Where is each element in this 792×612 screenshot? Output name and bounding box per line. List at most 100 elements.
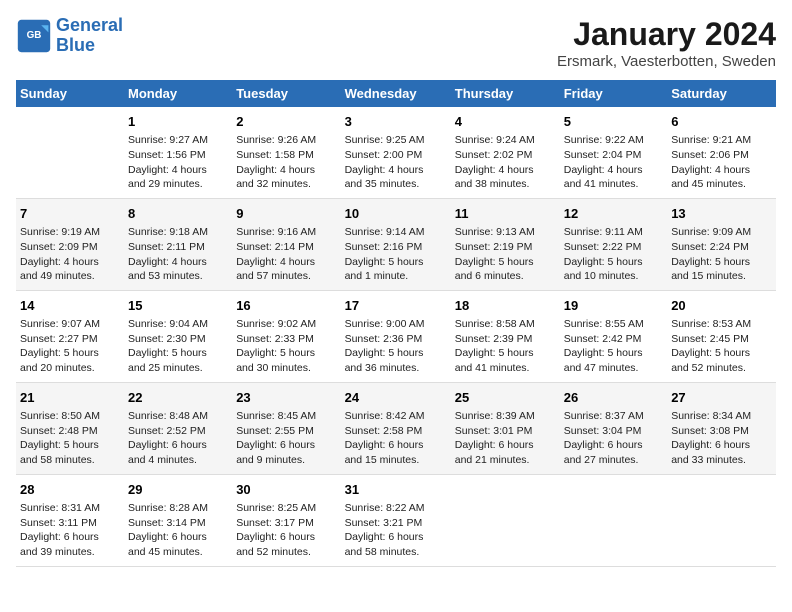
day-number: 14 [20, 297, 120, 315]
day-cell: 4 Sunrise: 9:24 AM Sunset: 2:02 PM Daylig… [451, 107, 560, 198]
day-cell: 23Sunrise: 8:45 AM Sunset: 2:55 PM Dayli… [232, 382, 340, 474]
day-cell: 2 Sunrise: 9:26 AM Sunset: 1:58 PM Daylig… [232, 107, 340, 198]
header-sunday: Sunday [16, 80, 124, 107]
day-cell: 15 Sunrise: 9:04 AM Sunset: 2:30 PM Dayli… [124, 290, 232, 382]
day-cell: 12Sunrise: 9:11 AM Sunset: 2:22 PM Dayli… [560, 198, 667, 290]
day-info: Sunrise: 9:26 AM Sunset: 1:58 PM Dayligh… [236, 133, 336, 192]
day-info: Sunrise: 8:48 AM Sunset: 2:52 PM Dayligh… [128, 409, 228, 468]
day-number: 15 [128, 297, 228, 315]
day-info: Sunrise: 8:53 AM Sunset: 2:45 PM Dayligh… [671, 317, 772, 376]
day-cell: 25Sunrise: 8:39 AM Sunset: 3:01 PM Dayli… [451, 382, 560, 474]
day-cell: 18Sunrise: 8:58 AM Sunset: 2:39 PM Dayli… [451, 290, 560, 382]
page-title: January 2024 [557, 16, 776, 53]
day-number: 11 [455, 205, 556, 223]
logo: GB GeneralBlue [16, 16, 123, 56]
day-cell: 17 Sunrise: 9:00 AM Sunset: 2:36 PM Dayli… [341, 290, 451, 382]
header-saturday: Saturday [667, 80, 776, 107]
day-info: Sunrise: 8:50 AM Sunset: 2:48 PM Dayligh… [20, 409, 120, 468]
title-area: January 2024 Ersmark, Vaesterbotten, Swe… [557, 16, 776, 70]
day-cell: 1 Sunrise: 9:27 AM Sunset: 1:56 PM Daylig… [124, 107, 232, 198]
day-number: 3 [345, 113, 447, 131]
day-info: Sunrise: 8:28 AM Sunset: 3:14 PM Dayligh… [128, 501, 228, 560]
day-cell [560, 474, 667, 566]
day-info: Sunrise: 9:16 AM Sunset: 2:14 PM Dayligh… [236, 225, 336, 284]
day-number: 12 [564, 205, 663, 223]
day-info: Sunrise: 9:04 AM Sunset: 2:30 PM Dayligh… [128, 317, 228, 376]
day-number: 29 [128, 481, 228, 499]
day-number: 20 [671, 297, 772, 315]
day-cell: 21 Sunrise: 8:50 AM Sunset: 2:48 PM Dayli… [16, 382, 124, 474]
day-cell: 6 Sunrise: 9:21 AM Sunset: 2:06 PM Daylig… [667, 107, 776, 198]
day-cell: 31 Sunrise: 8:22 AM Sunset: 3:21 PM Dayli… [341, 474, 451, 566]
week-row-4: 28Sunrise: 8:31 AM Sunset: 3:11 PM Dayli… [16, 474, 776, 566]
day-info: Sunrise: 9:22 AM Sunset: 2:04 PM Dayligh… [564, 133, 663, 192]
week-row-1: 7Sunrise: 9:19 AM Sunset: 2:09 PM Daylig… [16, 198, 776, 290]
day-number: 6 [671, 113, 772, 131]
logo-icon: GB [16, 18, 52, 54]
day-info: Sunrise: 9:27 AM Sunset: 1:56 PM Dayligh… [128, 133, 228, 192]
day-number: 16 [236, 297, 336, 315]
day-info: Sunrise: 8:42 AM Sunset: 2:58 PM Dayligh… [345, 409, 447, 468]
day-info: Sunrise: 9:18 AM Sunset: 2:11 PM Dayligh… [128, 225, 228, 284]
day-number: 4 [455, 113, 556, 131]
day-number: 19 [564, 297, 663, 315]
day-cell: 8Sunrise: 9:18 AM Sunset: 2:11 PM Daylig… [124, 198, 232, 290]
day-number: 27 [671, 389, 772, 407]
day-number: 10 [345, 205, 447, 223]
day-info: Sunrise: 9:21 AM Sunset: 2:06 PM Dayligh… [671, 133, 772, 192]
day-cell: 26Sunrise: 8:37 AM Sunset: 3:04 PM Dayli… [560, 382, 667, 474]
day-info: Sunrise: 9:24 AM Sunset: 2:02 PM Dayligh… [455, 133, 556, 192]
day-cell [451, 474, 560, 566]
day-cell: 22 Sunrise: 8:48 AM Sunset: 2:52 PM Dayli… [124, 382, 232, 474]
day-number: 31 [345, 481, 447, 499]
day-number: 17 [345, 297, 447, 315]
day-number: 2 [236, 113, 336, 131]
day-cell: 13 Sunrise: 9:09 AM Sunset: 2:24 PM Dayli… [667, 198, 776, 290]
day-info: Sunrise: 8:25 AM Sunset: 3:17 PM Dayligh… [236, 501, 336, 560]
day-cell: 10Sunrise: 9:14 AM Sunset: 2:16 PM Dayli… [341, 198, 451, 290]
header-monday: Monday [124, 80, 232, 107]
day-cell: 16 Sunrise: 9:02 AM Sunset: 2:33 PM Dayli… [232, 290, 340, 382]
day-info: Sunrise: 8:22 AM Sunset: 3:21 PM Dayligh… [345, 501, 447, 560]
day-info: Sunrise: 8:34 AM Sunset: 3:08 PM Dayligh… [671, 409, 772, 468]
day-info: Sunrise: 9:07 AM Sunset: 2:27 PM Dayligh… [20, 317, 120, 376]
day-number: 25 [455, 389, 556, 407]
day-info: Sunrise: 9:00 AM Sunset: 2:36 PM Dayligh… [345, 317, 447, 376]
calendar-header-row: SundayMondayTuesdayWednesdayThursdayFrid… [16, 80, 776, 107]
day-cell: 19 Sunrise: 8:55 AM Sunset: 2:42 PM Dayli… [560, 290, 667, 382]
day-info: Sunrise: 9:02 AM Sunset: 2:33 PM Dayligh… [236, 317, 336, 376]
day-info: Sunrise: 8:55 AM Sunset: 2:42 PM Dayligh… [564, 317, 663, 376]
day-number: 9 [236, 205, 336, 223]
day-number: 1 [128, 113, 228, 131]
day-cell: 30 Sunrise: 8:25 AM Sunset: 3:17 PM Dayli… [232, 474, 340, 566]
day-number: 13 [671, 205, 772, 223]
day-info: Sunrise: 8:37 AM Sunset: 3:04 PM Dayligh… [564, 409, 663, 468]
logo-text: GeneralBlue [56, 16, 123, 56]
day-cell: 14 Sunrise: 9:07 AM Sunset: 2:27 PM Dayli… [16, 290, 124, 382]
day-info: Sunrise: 9:09 AM Sunset: 2:24 PM Dayligh… [671, 225, 772, 284]
day-cell: 11 Sunrise: 9:13 AM Sunset: 2:19 PM Dayli… [451, 198, 560, 290]
day-cell [667, 474, 776, 566]
day-cell: 28Sunrise: 8:31 AM Sunset: 3:11 PM Dayli… [16, 474, 124, 566]
day-info: Sunrise: 9:13 AM Sunset: 2:19 PM Dayligh… [455, 225, 556, 284]
day-number: 21 [20, 389, 120, 407]
day-cell: 3 Sunrise: 9:25 AM Sunset: 2:00 PM Daylig… [341, 107, 451, 198]
page-subtitle: Ersmark, Vaesterbotten, Sweden [557, 53, 776, 70]
day-info: Sunrise: 8:45 AM Sunset: 2:55 PM Dayligh… [236, 409, 336, 468]
day-number: 5 [564, 113, 663, 131]
header-wednesday: Wednesday [341, 80, 451, 107]
day-info: Sunrise: 8:31 AM Sunset: 3:11 PM Dayligh… [20, 501, 120, 560]
header-friday: Friday [560, 80, 667, 107]
day-number: 18 [455, 297, 556, 315]
week-row-3: 21 Sunrise: 8:50 AM Sunset: 2:48 PM Dayli… [16, 382, 776, 474]
svg-text:GB: GB [27, 30, 42, 41]
header-tuesday: Tuesday [232, 80, 340, 107]
day-number: 22 [128, 389, 228, 407]
day-cell [16, 107, 124, 198]
day-cell: 27 Sunrise: 8:34 AM Sunset: 3:08 PM Dayli… [667, 382, 776, 474]
header-thursday: Thursday [451, 80, 560, 107]
day-cell: 7Sunrise: 9:19 AM Sunset: 2:09 PM Daylig… [16, 198, 124, 290]
day-cell: 24Sunrise: 8:42 AM Sunset: 2:58 PM Dayli… [341, 382, 451, 474]
day-number: 30 [236, 481, 336, 499]
day-info: Sunrise: 9:25 AM Sunset: 2:00 PM Dayligh… [345, 133, 447, 192]
